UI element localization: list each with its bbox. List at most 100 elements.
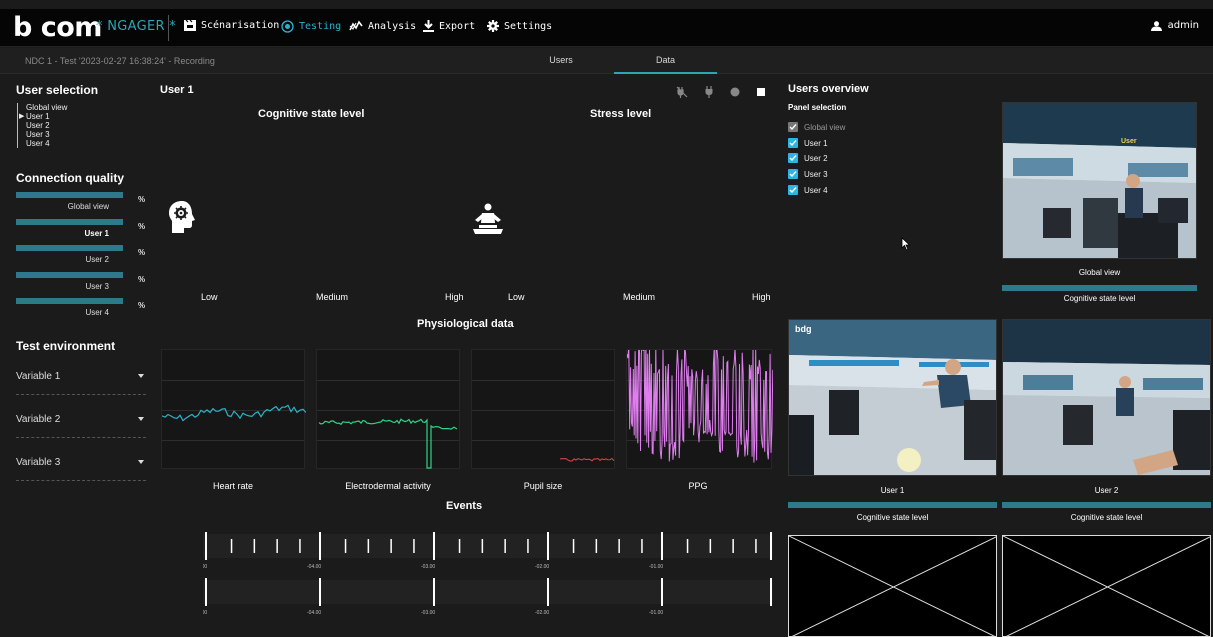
chevron-down-icon <box>138 417 144 421</box>
selected-caret-icon: ▶ <box>19 113 25 120</box>
chevron-down-icon <box>138 460 144 464</box>
timeline-tick-label: -04.00 <box>307 610 321 616</box>
timeline-minor-tick <box>504 539 506 553</box>
overlay-logo: bdg <box>795 324 812 334</box>
thumb-name: User 2 <box>1094 486 1119 495</box>
checkbox[interactable] <box>788 122 798 132</box>
nav-testing[interactable]: Testing <box>281 20 341 33</box>
nav-export[interactable]: Export <box>423 20 475 32</box>
panel-checkbox-user1[interactable]: User 1 <box>788 138 828 148</box>
nav-scenarisation[interactable]: Scénarisation <box>184 20 279 31</box>
nav-label: Analysis <box>368 20 417 32</box>
connection-row: Global view% <box>16 192 146 218</box>
timeline-minor-tick <box>618 539 620 553</box>
stop-button-icon[interactable] <box>755 86 767 98</box>
checkbox[interactable] <box>788 153 798 163</box>
disconnect-icon[interactable] <box>676 86 688 98</box>
timeline-major-tick <box>433 532 435 560</box>
user2-thumbnail[interactable] <box>1002 319 1211 476</box>
nav-label: Export <box>439 20 476 32</box>
timeline-minor-tick <box>732 539 734 553</box>
timeline-minor-tick <box>413 539 415 553</box>
checkbox-label: User 3 <box>804 169 828 179</box>
active-tab-indicator <box>614 72 717 74</box>
timeline-minor-tick <box>458 539 461 553</box>
variable-2-select[interactable]: Variable 2 <box>16 414 146 438</box>
nav-settings[interactable]: Settings <box>487 20 552 32</box>
connection-name: User 3 <box>85 282 109 291</box>
cognitive-high-label: High <box>445 292 464 302</box>
timeline-tick-label: -03.00 <box>421 564 435 570</box>
checkbox[interactable] <box>788 169 798 179</box>
analysis-icon <box>349 20 363 31</box>
session-title: NDC 1 - Test '2023-02-27 16:38:24' - Rec… <box>25 56 215 66</box>
empty-placeholder-icon <box>789 536 996 636</box>
heart-rate-line <box>162 404 306 422</box>
checkbox-label: Global view <box>804 122 846 132</box>
ppg-chart <box>626 349 773 469</box>
thumb-metric: Cognitive state level <box>1070 513 1143 522</box>
variable-3-select[interactable]: Variable 3 <box>16 457 146 481</box>
ppg-line <box>627 350 773 463</box>
panel-checkbox-user2[interactable]: User 2 <box>788 153 828 163</box>
connection-value: % <box>138 222 146 231</box>
variable-1-select[interactable]: Variable 1 <box>16 371 146 395</box>
timeline-minor-tick <box>276 539 278 553</box>
checkbox[interactable] <box>788 185 798 195</box>
record-button-icon[interactable] <box>729 86 741 98</box>
panel-checkbox-user3[interactable]: User 3 <box>788 169 828 179</box>
user-selection-title: User selection <box>16 83 99 97</box>
user-list-item-user4[interactable]: User 4 <box>26 139 67 148</box>
timeline-minor-tick <box>253 539 256 553</box>
connection-bar <box>16 192 123 198</box>
thumb-name: Global view <box>1078 268 1121 277</box>
user4-thumbnail-empty[interactable] <box>1002 535 1211 637</box>
user-icon <box>1150 20 1162 31</box>
divider <box>168 15 169 41</box>
chevron-down-icon <box>138 374 144 378</box>
tab-users[interactable]: Users <box>515 55 607 65</box>
nav-analysis[interactable]: Analysis <box>349 20 416 32</box>
tab-data[interactable]: Data <box>614 55 717 65</box>
user-list-item-user1[interactable]: ▶ User 1 <box>19 112 67 121</box>
stress-low-label: Low <box>508 292 525 302</box>
user1-thumbnail[interactable]: bdg <box>788 319 997 476</box>
global-view-thumbnail[interactable]: User <box>1002 102 1197 259</box>
timeline-minor-tick <box>390 539 392 553</box>
timeline-tick-label: -02.00 <box>535 564 549 570</box>
stress-medium-label: Medium <box>623 292 656 302</box>
user-list-item-user3[interactable]: User 3 <box>26 130 67 139</box>
events-timeline-2[interactable]: -05.00 -04.00 -03.00 -02.00 -01.00 <box>193 576 773 616</box>
ppg-label: PPG <box>688 481 708 491</box>
panel-checkbox-global[interactable]: Global view <box>788 122 845 132</box>
plug-icon[interactable] <box>703 86 715 98</box>
connection-bar <box>16 219 123 225</box>
timeline-end-tick <box>770 578 772 606</box>
user-list-item-user2[interactable]: User 2 <box>26 121 67 130</box>
cognitive-bar <box>1002 502 1211 508</box>
timeline-end-tick <box>770 532 772 560</box>
timeline-major-tick <box>661 532 663 560</box>
nav-label: Settings <box>504 20 553 32</box>
connection-row: User 4% <box>16 298 146 324</box>
user-menu[interactable]: admin <box>1150 20 1199 31</box>
timeline-minor-tick <box>686 539 689 553</box>
events-timeline-1[interactable]: -05.00 -04.00 -03.00 -02.00 -01.00 <box>193 530 773 570</box>
gear-icon <box>487 20 499 32</box>
user-list-item-global[interactable]: Global view <box>26 103 67 112</box>
panel-checkbox-user4[interactable]: User 4 <box>788 185 828 195</box>
users-overview-title: Users overview <box>788 83 869 95</box>
checkbox-label: User 1 <box>804 138 828 148</box>
timeline-minor-tick <box>344 539 347 553</box>
user3-thumbnail-empty[interactable] <box>788 535 997 637</box>
timeline-minor-tick <box>572 539 575 553</box>
connection-value: % <box>138 275 146 284</box>
cognitive-low-label: Low <box>201 292 218 302</box>
connection-row: User 3% <box>16 272 146 298</box>
connection-name: User 1 <box>84 229 109 238</box>
checkbox[interactable] <box>788 138 798 148</box>
electrodermal-chart <box>316 349 460 469</box>
session-bar: NDC 1 - Test '2023-02-27 16:38:24' - Rec… <box>0 48 1213 74</box>
timeline-tick-label: -01.00 <box>649 610 663 616</box>
heart-rate-chart <box>161 349 306 469</box>
